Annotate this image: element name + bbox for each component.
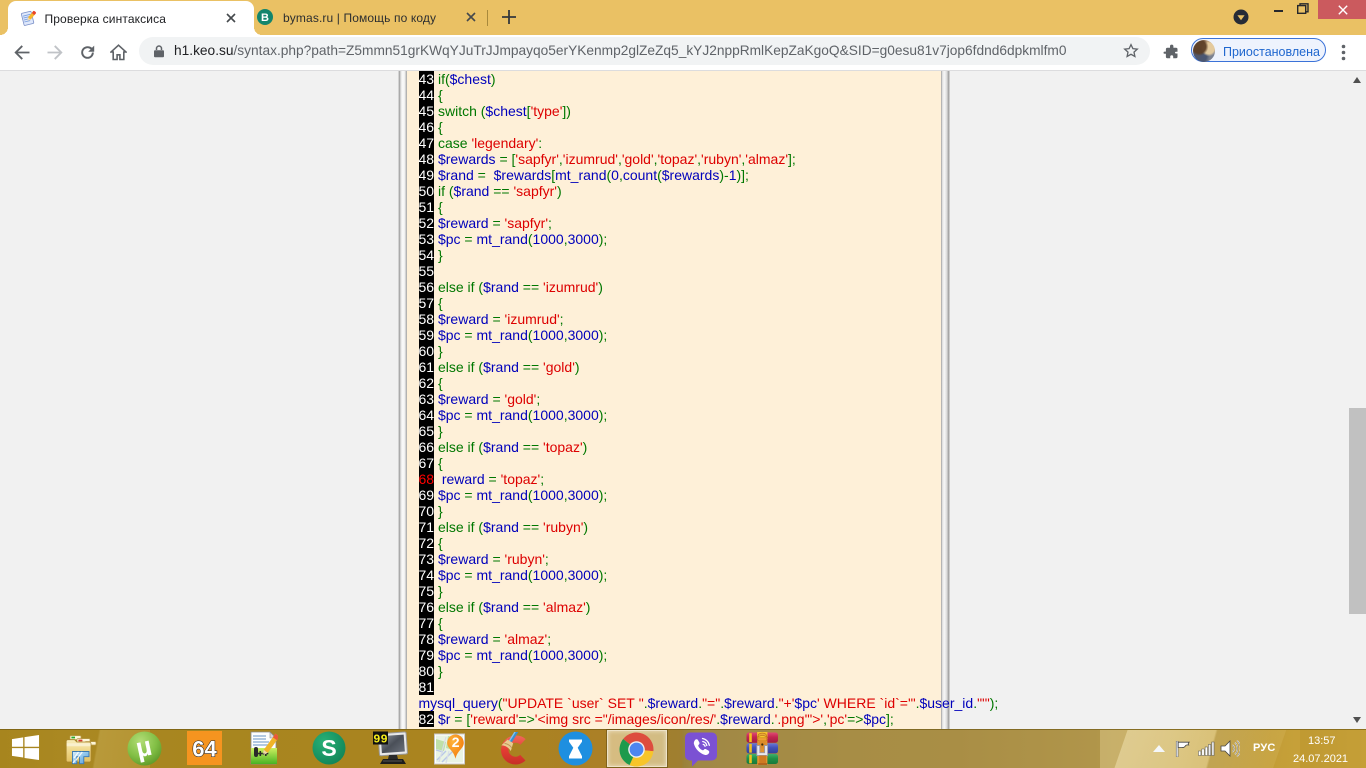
svg-text:64: 64	[192, 737, 217, 762]
svg-text:S: S	[321, 735, 336, 761]
svg-text:99: 99	[373, 733, 387, 747]
svg-text:B: B	[261, 12, 269, 24]
svg-text:2: 2	[452, 734, 460, 750]
